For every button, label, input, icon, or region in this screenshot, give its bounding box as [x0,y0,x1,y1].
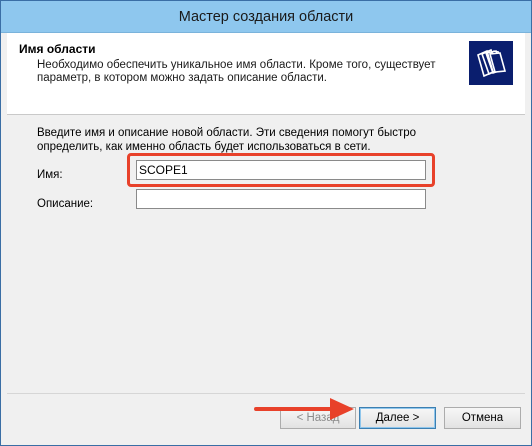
wizard-content: Введите имя и описание новой области. Эт… [7,116,525,406]
window-title: Мастер создания области [178,8,354,25]
page-title: Имя области [19,42,96,56]
intro-text: Введите имя и описание новой области. Эт… [37,127,417,153]
scope-description-input[interactable] [136,189,426,209]
wizard-frame: Имя области Необходимо обеспечить уникал… [7,33,525,441]
name-label: Имя: [37,169,63,181]
description-label: Описание: [37,198,94,210]
next-button[interactable]: Далее > [359,407,436,429]
name-highlight-box [127,153,435,187]
title-bar[interactable]: Мастер создания области [1,1,531,33]
red-arrow-icon [254,398,354,420]
wizard-window: Мастер создания области Имя области Необ… [0,0,532,446]
cancel-button[interactable]: Отмена [444,407,521,429]
folder-stack-icon [469,41,513,85]
wizard-header: Имя области Необходимо обеспечить уникал… [7,33,525,115]
page-description: Необходимо обеспечить уникальное имя обл… [37,59,436,84]
